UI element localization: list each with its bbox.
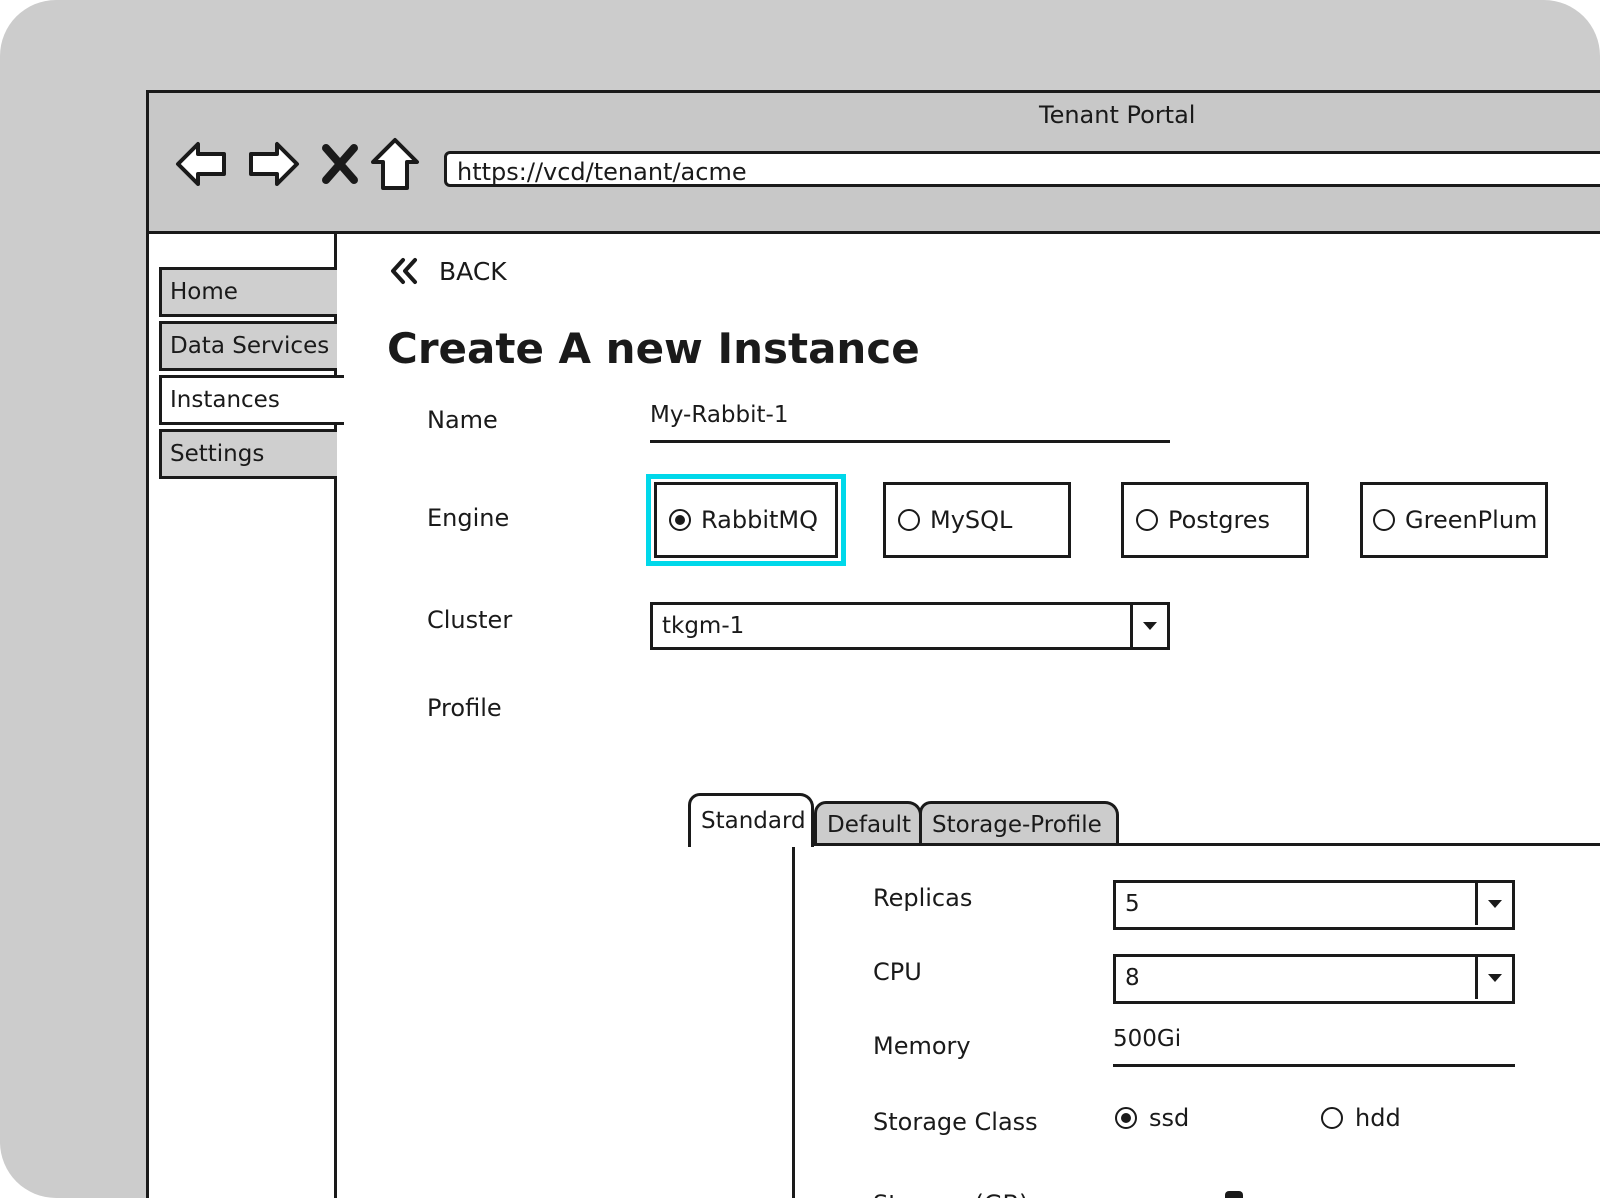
screen-frame: Tenant Portal https://vcd/tenant/acme Ho… xyxy=(0,0,1600,1198)
window-title: Tenant Portal xyxy=(1039,101,1196,129)
engine-option-postgres[interactable]: Postgres xyxy=(1121,482,1309,558)
name-field[interactable]: My-Rabbit-1 xyxy=(650,402,1170,443)
engine-option-label: MySQL xyxy=(930,506,1013,534)
engine-label: Engine xyxy=(427,504,510,532)
radio-selected-icon xyxy=(669,509,691,531)
storage-class-option-label: ssd xyxy=(1149,1104,1190,1132)
main-content: BACK Create A new Instance Name My-Rabbi… xyxy=(337,234,1600,1198)
tab-default[interactable]: Default xyxy=(814,801,922,847)
radio-icon xyxy=(1321,1107,1343,1129)
storage-class-option-hdd[interactable]: hdd xyxy=(1321,1104,1401,1132)
storage-class-label: Storage Class xyxy=(873,1108,1038,1136)
name-label: Name xyxy=(427,406,498,434)
replicas-label: Replicas xyxy=(873,884,973,912)
storage-slider-handle[interactable] xyxy=(1225,1191,1244,1198)
cluster-value: tkgm-1 xyxy=(662,613,745,639)
chevron-down-icon[interactable] xyxy=(1475,957,1512,999)
sidebar-item-instances[interactable]: Instances xyxy=(159,375,344,425)
sidebar: Home Data Services Instances Settings xyxy=(149,234,344,1198)
sidebar-item-home[interactable]: Home xyxy=(159,267,337,317)
cluster-label: Cluster xyxy=(427,606,513,634)
storage-class-option-label: hdd xyxy=(1355,1104,1401,1132)
memory-label: Memory xyxy=(873,1032,971,1060)
storage-label: Storage (GB) xyxy=(873,1190,1028,1198)
replicas-value: 5 xyxy=(1125,891,1140,917)
engine-option-rabbitmq[interactable]: RabbitMQ xyxy=(646,474,846,566)
storage-class-option-ssd[interactable]: ssd xyxy=(1115,1104,1189,1132)
page-title: Create A new Instance xyxy=(387,324,920,373)
replicas-select[interactable]: 5 xyxy=(1113,880,1515,930)
profile-label: Profile xyxy=(427,694,502,722)
engine-option-label: GreenPlum xyxy=(1405,506,1538,534)
engine-option-label: RabbitMQ xyxy=(701,506,818,534)
sidebar-item-data-services[interactable]: Data Services xyxy=(159,321,337,371)
chevron-down-icon[interactable] xyxy=(1130,605,1167,647)
radio-icon xyxy=(1373,509,1395,531)
address-bar[interactable]: https://vcd/tenant/acme xyxy=(444,151,1600,187)
cpu-select[interactable]: 8 xyxy=(1113,954,1515,1004)
tab-storage-profile[interactable]: Storage-Profile xyxy=(919,801,1119,847)
cpu-value: 8 xyxy=(1125,965,1140,991)
back-label: BACK xyxy=(439,256,507,286)
cluster-select[interactable]: tkgm-1 xyxy=(650,602,1170,650)
forward-arrow-icon[interactable] xyxy=(242,133,304,195)
back-arrow-icon[interactable] xyxy=(171,133,233,195)
cpu-label: CPU xyxy=(873,958,922,986)
profile-panel: Replicas 5 CPU 8 Memory 500Gi Storage Cl… xyxy=(792,843,1600,1198)
home-icon[interactable] xyxy=(364,133,426,195)
tab-standard[interactable]: Standard xyxy=(688,793,814,847)
memory-field[interactable]: 500Gi xyxy=(1113,1026,1515,1067)
browser-window: Tenant Portal https://vcd/tenant/acme Ho… xyxy=(146,90,1600,1198)
chevron-down-icon[interactable] xyxy=(1475,883,1512,925)
sidebar-item-settings[interactable]: Settings xyxy=(159,429,337,479)
double-chevron-left-icon xyxy=(391,258,417,284)
back-link[interactable]: BACK xyxy=(387,254,507,288)
radio-icon xyxy=(1136,509,1158,531)
radio-icon xyxy=(898,509,920,531)
radio-selected-icon xyxy=(1115,1107,1137,1129)
engine-option-greenplum[interactable]: GreenPlum xyxy=(1360,482,1548,558)
browser-toolbar: Tenant Portal https://vcd/tenant/acme xyxy=(149,93,1600,234)
stop-icon[interactable] xyxy=(309,133,371,195)
engine-option-label: Postgres xyxy=(1168,506,1271,534)
engine-option-mysql[interactable]: MySQL xyxy=(883,482,1071,558)
